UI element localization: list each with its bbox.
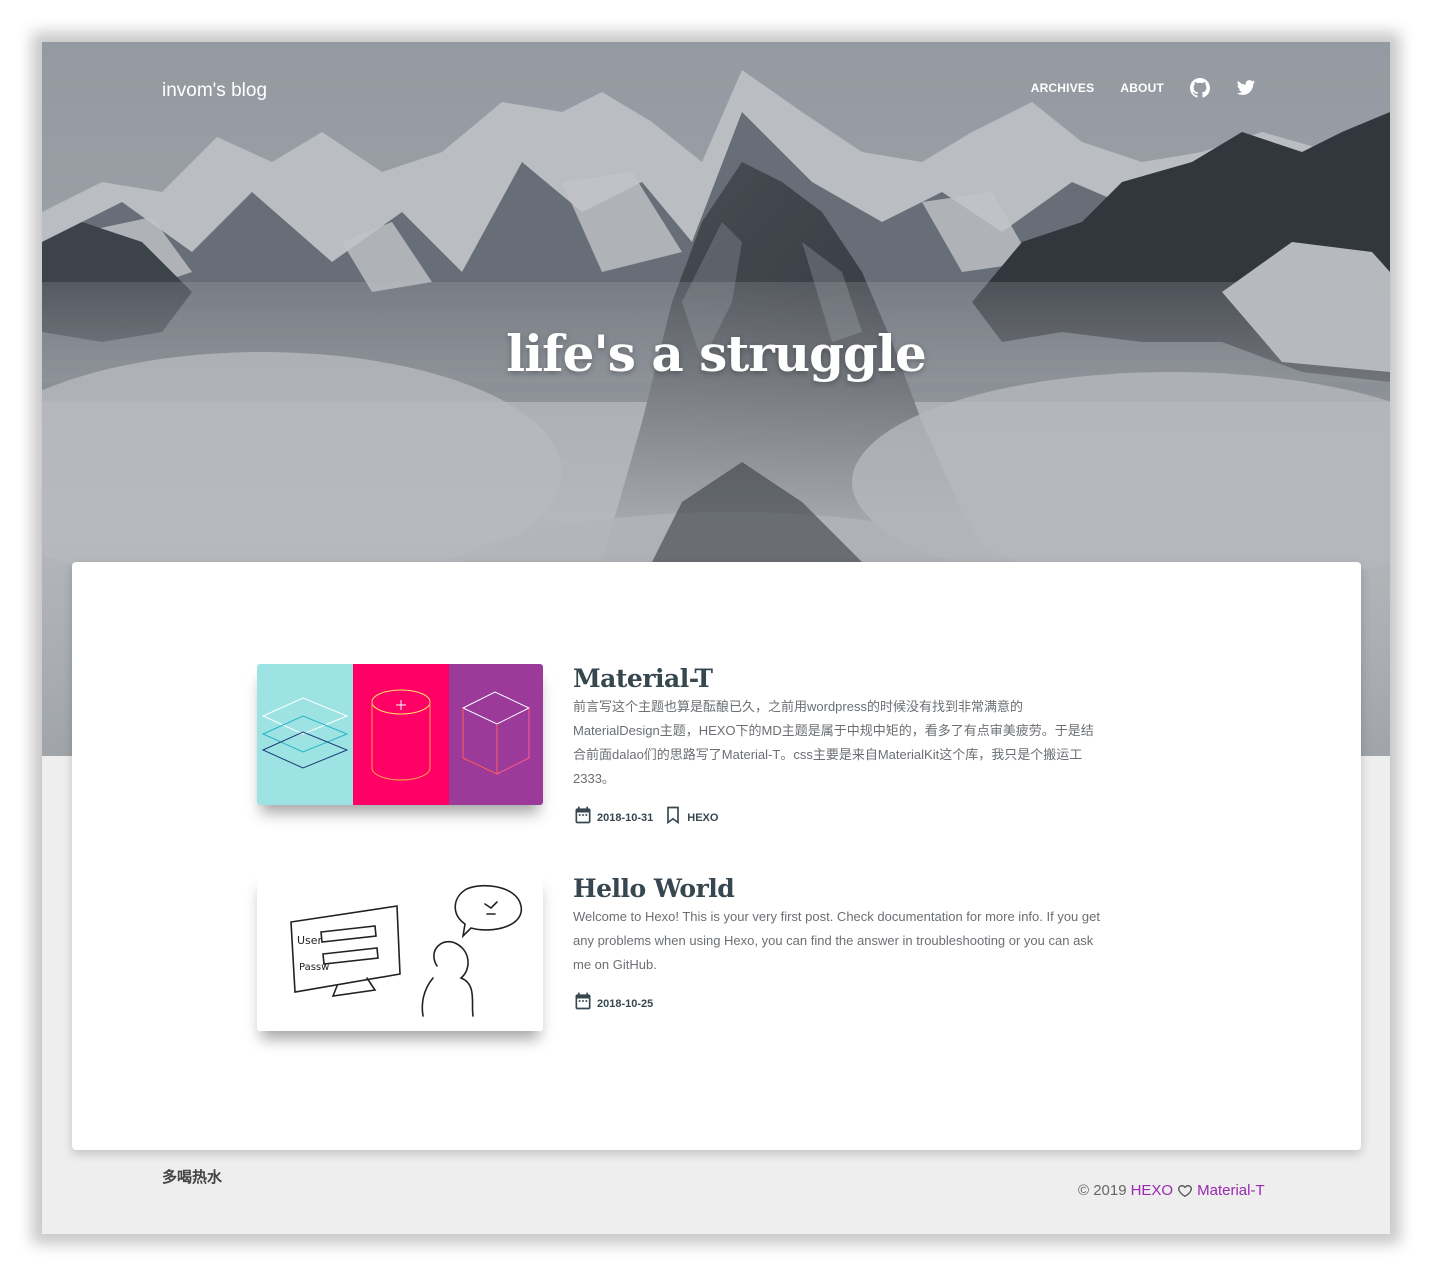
login-sketch-illustration: User Passw	[290, 884, 522, 1017]
post-tag-link[interactable]: HEXO	[687, 812, 718, 824]
hero-title: life's a struggle	[506, 324, 927, 383]
twitter-icon[interactable]	[1236, 78, 1256, 98]
nav-about-link[interactable]: ABOUT	[1120, 81, 1164, 95]
footer-copyright: © 2019	[1078, 1182, 1127, 1199]
sketch-password-label: Passw	[299, 962, 329, 973]
post-meta: 2018-10-25	[573, 991, 1103, 1011]
footer-material-t-link[interactable]: Material-T	[1197, 1182, 1265, 1199]
post-excerpt: 前言写这个主题也算是酝酿已久，之前用wordpress的时候没有找到非常满意的M…	[573, 699, 1094, 786]
posts-card: Material-T 前言写这个主题也算是酝酿已久，之前用wordpress的时…	[72, 562, 1361, 1150]
post-body: Material-T 前言写这个主题也算是酝酿已久，之前用wordpress的时…	[573, 664, 1103, 825]
footer-hexo-link[interactable]: HEXO	[1131, 1182, 1174, 1199]
heart-icon	[1177, 1183, 1193, 1199]
post-body: Hello World Welcome to Hexo! This is you…	[573, 874, 1103, 1011]
post-title[interactable]: Material-T	[573, 664, 1103, 693]
calendar-icon	[573, 991, 593, 1011]
footer-credits: © 2019 HEXO Material-T	[1078, 1182, 1265, 1199]
site-brand[interactable]: invom's blog	[162, 80, 267, 102]
github-icon[interactable]	[1190, 78, 1210, 98]
post-thumbnail-hello-world[interactable]: User Passw	[257, 874, 543, 1031]
post-title[interactable]: Hello World	[573, 874, 1103, 903]
calendar-icon	[573, 805, 593, 825]
post-date: 2018-10-25	[597, 998, 654, 1010]
browser-viewport: invom's blog ARCHIVES ABOUT life's a str…	[42, 42, 1390, 1234]
post-meta: 2018-10-31 HEXO	[573, 805, 1103, 825]
footer-tagline: 多喝热水	[162, 1169, 223, 1186]
post-excerpt: Welcome to Hexo! This is your very first…	[573, 909, 1100, 972]
sketch-user-label: User	[297, 934, 323, 947]
bookmark-icon	[663, 805, 683, 825]
nav-archives-link[interactable]: ARCHIVES	[1031, 81, 1095, 95]
post-thumbnail-material-t[interactable]	[257, 664, 543, 805]
top-nav: ARCHIVES ABOUT	[1031, 78, 1256, 98]
material-design-illustration	[257, 664, 543, 805]
post-date: 2018-10-31	[597, 812, 654, 824]
